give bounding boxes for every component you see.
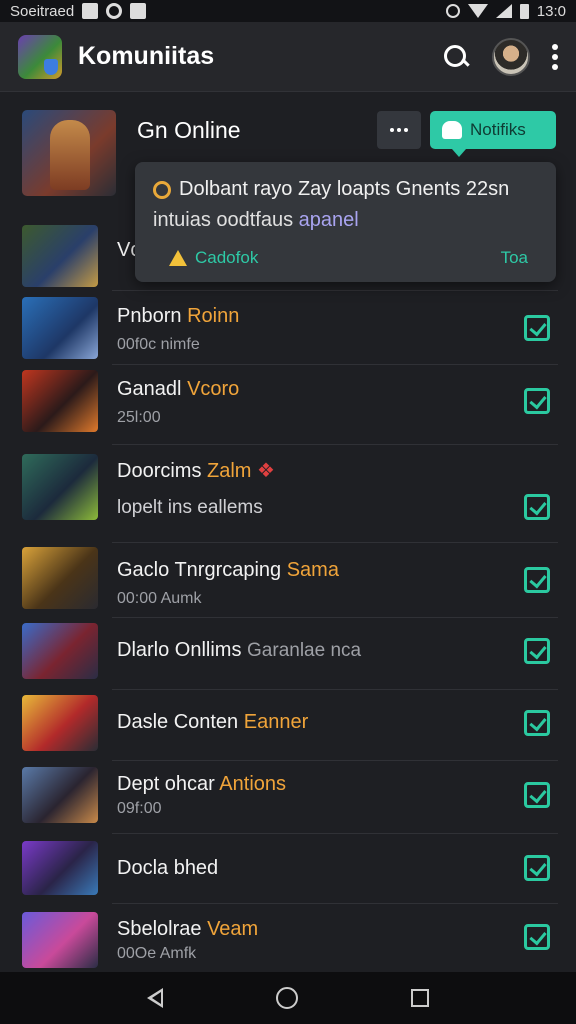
- check-icon[interactable]: [524, 855, 550, 881]
- divider: [112, 290, 558, 291]
- list-item[interactable]: Ganadl Vcoro 25l:00: [0, 370, 576, 432]
- list-item[interactable]: Dasle Conten Eanner: [0, 695, 576, 751]
- list-item-title: Sbelolrae Veam: [117, 918, 259, 940]
- sync-icon: [106, 3, 123, 19]
- list-item[interactable]: Doorcims Zalm ❖ lopelt ins eallems: [0, 454, 576, 520]
- notification-app-icon: [82, 3, 99, 19]
- check-icon[interactable]: [524, 315, 550, 341]
- popup-action-button[interactable]: Toa: [501, 248, 528, 268]
- status-time: 13:0: [536, 2, 566, 20]
- alarm-icon: [445, 4, 460, 18]
- list-item-subtitle: lopelt ins eallems: [117, 497, 263, 518]
- game-thumbnail: [22, 912, 98, 968]
- battery-icon: [519, 3, 529, 19]
- divider: [112, 364, 558, 365]
- list-item-title: Dlarlo Onllims Garanlae nca: [117, 639, 362, 661]
- settings-app-icon: [130, 3, 147, 19]
- check-icon[interactable]: [524, 782, 550, 808]
- list-item[interactable]: Gaclo Tnrgrcaping Sama 00:00 Aumk: [0, 547, 576, 609]
- list-item[interactable]: Sbelolrae Veam 00Oe Amfk: [0, 912, 576, 968]
- divider: [112, 833, 558, 834]
- check-icon[interactable]: [524, 567, 550, 593]
- wifi-icon: [467, 4, 488, 18]
- check-icon[interactable]: [524, 388, 550, 414]
- divider: [112, 903, 558, 904]
- popup-message-2: intuias oodtfaus apanel: [153, 209, 359, 231]
- list-item-title: Ganadl Vcoro: [117, 378, 240, 400]
- list-item[interactable]: Pnborn Roinn 00f0c nimfe: [0, 297, 576, 359]
- divider: [112, 542, 558, 543]
- more-options-icon[interactable]: [552, 43, 558, 70]
- list-item-subtitle: 00f0c nimfe: [117, 336, 200, 353]
- avatar[interactable]: [492, 37, 530, 76]
- divider: [112, 444, 558, 445]
- coin-icon: [153, 180, 171, 199]
- divider: [112, 689, 558, 690]
- list-item-subtitle: 00Oe Amfk: [117, 945, 197, 962]
- list-item-title: Dasle Conten Eanner: [117, 711, 309, 733]
- home-icon[interactable]: [275, 987, 298, 1009]
- game-thumbnail: [22, 370, 98, 432]
- list-item-title: Docla bhed: [117, 857, 219, 879]
- divider: [112, 617, 558, 618]
- game-thumbnail: [22, 695, 98, 751]
- list-item[interactable]: Dlarlo Onllims Garanlae nca: [0, 623, 576, 679]
- check-icon[interactable]: [524, 710, 550, 736]
- game-thumbnail: [22, 767, 98, 823]
- list-item[interactable]: Docla bhed: [0, 841, 576, 895]
- check-icon[interactable]: [524, 638, 550, 664]
- app-bar: Komuniitas: [0, 22, 576, 92]
- status-bar: Soeitraed 13:0: [0, 0, 576, 22]
- game-thumbnail: [22, 454, 98, 520]
- notification-popup: Dolbant rayo Zay loapts Gnents 22sn intu…: [135, 162, 556, 282]
- list-item-title: Doorcims Zalm ❖: [117, 460, 275, 482]
- list-item-title: Dept ohcar Antions: [117, 773, 287, 795]
- game-thumbnail: [22, 297, 98, 359]
- list-item-subtitle: 25l:00: [117, 409, 161, 426]
- divider: [112, 760, 558, 761]
- app-logo: [18, 34, 62, 79]
- back-icon[interactable]: [146, 988, 163, 1008]
- game-thumbnail: [22, 623, 98, 679]
- popup-warning-label[interactable]: Cadofok: [195, 248, 258, 268]
- check-icon[interactable]: [524, 924, 550, 950]
- page-title: Komuniitas: [78, 42, 215, 70]
- search-icon[interactable]: [442, 43, 470, 71]
- game-thumbnail: [22, 841, 98, 895]
- popup-link[interactable]: apanel: [299, 209, 359, 231]
- game-thumbnail: [22, 225, 98, 287]
- list-item-title: Pnborn Roinn: [117, 305, 240, 327]
- signal-icon: [495, 4, 512, 18]
- warning-icon: [169, 250, 187, 266]
- system-nav-bar: [0, 972, 576, 1024]
- list-item-title: Gaclo Tnrgrcaping Sama: [117, 559, 339, 581]
- list-item-subtitle: 09f:00: [117, 800, 162, 817]
- recents-icon[interactable]: [411, 989, 430, 1007]
- status-carrier: Soeitraed: [10, 2, 75, 20]
- popup-message: Dolbant rayo Zay loapts Gnents 22sn: [179, 178, 510, 200]
- check-icon[interactable]: [524, 494, 550, 520]
- list-item[interactable]: Dept ohcar Antions 09f:00: [0, 767, 576, 823]
- list-item-subtitle: 00:00 Aumk: [117, 590, 202, 607]
- game-thumbnail: [22, 547, 98, 609]
